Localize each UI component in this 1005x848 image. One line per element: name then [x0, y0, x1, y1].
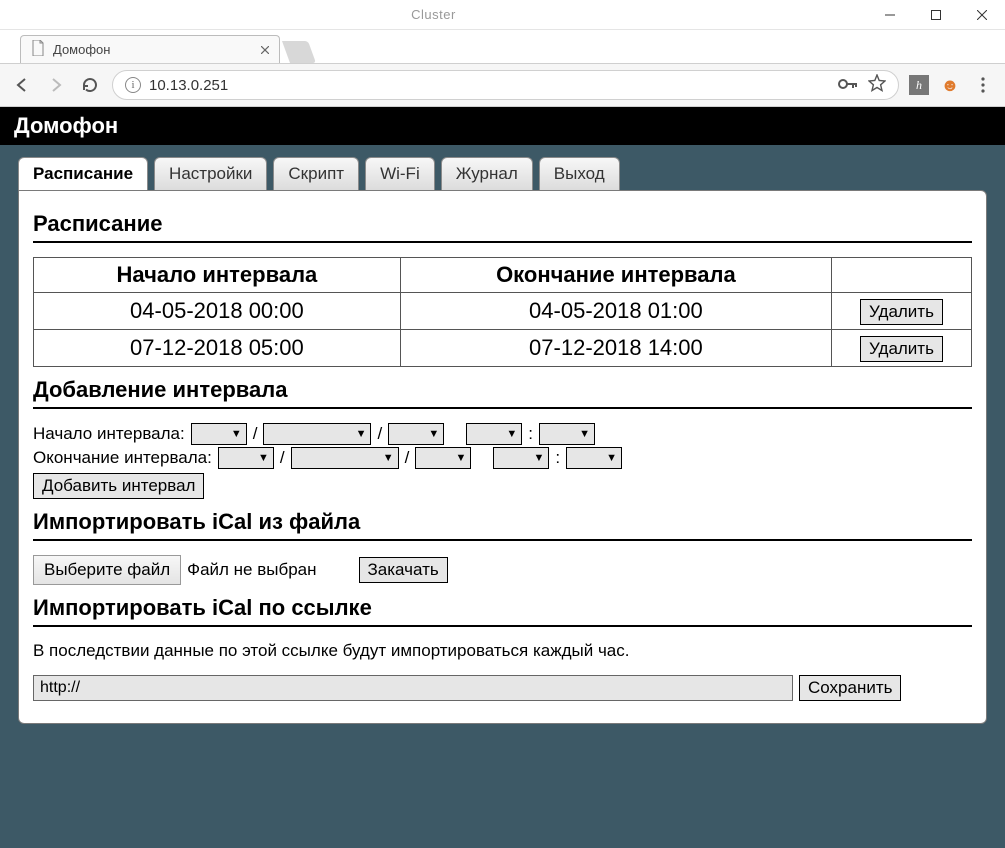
import-url-note: В последствии данные по этой ссылке буду… [33, 641, 972, 661]
import-file-row: Выберите файл Файл не выбран Закачать [33, 555, 972, 585]
end-hour-select[interactable]: ▼ [493, 447, 549, 469]
schedule-heading: Расписание [33, 211, 972, 237]
col-end: Окончание интервала [400, 258, 831, 293]
tab-exit[interactable]: Выход [539, 157, 620, 190]
chevron-down-icon: ▼ [231, 428, 242, 440]
browser-toolbar: i 10.13.0.251 h ☻ [0, 63, 1005, 107]
no-file-label: Файл не выбран [187, 560, 316, 580]
divider [33, 241, 972, 243]
tab-settings[interactable]: Настройки [154, 157, 267, 190]
chevron-down-icon: ▼ [383, 452, 394, 464]
window-maximize-button[interactable] [913, 0, 959, 30]
start-label: Начало интервала: [33, 424, 185, 444]
extension-face-icon[interactable]: ☻ [939, 74, 961, 96]
upload-button[interactable]: Закачать [359, 557, 448, 583]
chevron-down-icon: ▼ [356, 428, 367, 440]
address-url: 10.13.0.251 [149, 77, 830, 94]
end-label: Окончание интервала: [33, 448, 212, 468]
site-info-icon[interactable]: i [125, 77, 141, 93]
chevron-down-icon: ▼ [606, 452, 617, 464]
chevron-down-icon: ▼ [506, 428, 517, 440]
window-titlebar: Cluster [0, 0, 1005, 30]
tab-schedule[interactable]: Расписание [18, 157, 148, 190]
import-url-heading: Импортировать iCal по ссылке [33, 595, 972, 621]
app-title: Домофон [0, 107, 1005, 145]
save-url-button[interactable]: Сохранить [799, 675, 901, 701]
delete-button[interactable]: Удалить [860, 336, 943, 362]
browser-tab-title: Домофон [53, 42, 261, 57]
add-interval-heading: Добавление интервала [33, 377, 972, 403]
start-day-select[interactable]: ▼ [191, 423, 247, 445]
browser-tab[interactable]: Домофон [20, 35, 280, 63]
browser-tab-close-icon[interactable] [261, 42, 269, 57]
chevron-down-icon: ▼ [455, 452, 466, 464]
chevron-down-icon: ▼ [258, 452, 269, 464]
start-hour-select[interactable]: ▼ [466, 423, 522, 445]
import-url-row: Сохранить [33, 675, 972, 701]
chevron-down-icon: ▼ [533, 452, 544, 464]
tab-journal[interactable]: Журнал [441, 157, 533, 190]
sep: : [528, 424, 533, 444]
nav-forward-button[interactable] [44, 73, 68, 97]
browser-new-tab-button[interactable] [282, 41, 316, 63]
tab-wifi[interactable]: Wi-Fi [365, 157, 435, 190]
cell-start: 04-05-2018 00:00 [34, 293, 401, 330]
sep: : [555, 448, 560, 468]
interval-end-row: Окончание интервала: ▼ / ▼ / ▼ ▼ : ▼ [33, 447, 972, 469]
chevron-down-icon: ▼ [428, 428, 439, 440]
window-app-name: Cluster [0, 7, 867, 22]
sep: / [253, 424, 258, 444]
end-day-select[interactable]: ▼ [218, 447, 274, 469]
app-body: Расписание Настройки Скрипт Wi-Fi Журнал… [0, 145, 1005, 848]
end-minute-select[interactable]: ▼ [566, 447, 622, 469]
key-icon[interactable] [838, 77, 858, 94]
choose-file-button[interactable]: Выберите файл [33, 555, 181, 585]
table-row: 07-12-2018 05:00 07-12-2018 14:00 Удалит… [34, 330, 972, 367]
cell-end: 04-05-2018 01:00 [400, 293, 831, 330]
table-row: 04-05-2018 00:00 04-05-2018 01:00 Удалит… [34, 293, 972, 330]
cell-end: 07-12-2018 14:00 [400, 330, 831, 367]
window-minimize-button[interactable] [867, 0, 913, 30]
divider [33, 407, 972, 409]
start-year-select[interactable]: ▼ [388, 423, 444, 445]
import-file-heading: Импортировать iCal из файла [33, 509, 972, 535]
tab-script[interactable]: Скрипт [273, 157, 359, 190]
delete-button[interactable]: Удалить [860, 299, 943, 325]
extension-h-icon[interactable]: h [909, 75, 929, 95]
chevron-down-icon: ▼ [579, 428, 590, 440]
browser-tabstrip: Домофон [0, 30, 1005, 63]
app-tabs: Расписание Настройки Скрипт Wi-Fi Журнал… [18, 157, 987, 190]
start-minute-select[interactable]: ▼ [539, 423, 595, 445]
import-url-input[interactable] [33, 675, 793, 701]
col-start: Начало интервала [34, 258, 401, 293]
divider [33, 539, 972, 541]
nav-back-button[interactable] [10, 73, 34, 97]
start-month-select[interactable]: ▼ [263, 423, 371, 445]
col-actions [832, 258, 972, 293]
content-panel: Расписание Начало интервала Окончание ин… [18, 190, 987, 724]
sep: / [377, 424, 382, 444]
address-bar[interactable]: i 10.13.0.251 [112, 70, 899, 100]
nav-reload-button[interactable] [78, 73, 102, 97]
interval-start-row: Начало интервала: ▼ / ▼ / ▼ ▼ : ▼ [33, 423, 972, 445]
sep: / [280, 448, 285, 468]
bookmark-star-icon[interactable] [868, 74, 886, 96]
divider [33, 625, 972, 627]
end-year-select[interactable]: ▼ [415, 447, 471, 469]
file-icon [31, 40, 45, 59]
add-interval-button[interactable]: Добавить интервал [33, 473, 204, 499]
schedule-table: Начало интервала Окончание интервала 04-… [33, 257, 972, 367]
end-month-select[interactable]: ▼ [291, 447, 399, 469]
cell-start: 07-12-2018 05:00 [34, 330, 401, 367]
sep: / [405, 448, 410, 468]
window-close-button[interactable] [959, 0, 1005, 30]
browser-menu-button[interactable] [971, 73, 995, 97]
page-viewport: Домофон Расписание Настройки Скрипт Wi-F… [0, 107, 1005, 848]
